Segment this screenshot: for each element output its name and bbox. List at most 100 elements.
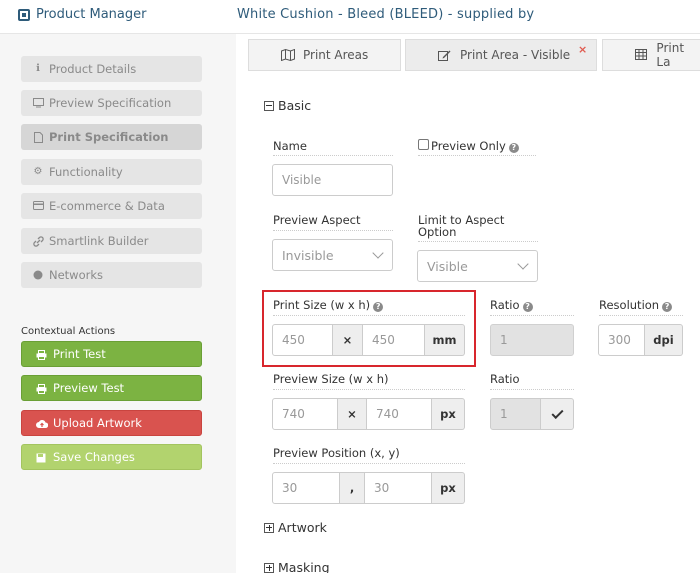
artwork-section-title: Artwork <box>278 520 327 535</box>
ratio2-group: 1 <box>490 398 574 430</box>
gears-icon: ⚙ <box>33 166 43 177</box>
preview-position-label: Preview Position (x, y) <box>273 446 400 460</box>
sidebar-item-smartlink-builder[interactable]: Smartlink Builder <box>21 228 202 254</box>
ratio-label: Ratio? <box>490 299 533 312</box>
artwork-section-toggle[interactable]: Artwork <box>264 520 327 535</box>
preview-position-group: 30 , 30 px <box>272 472 465 504</box>
resolution-group: 300 dpi <box>598 324 683 356</box>
label-underline <box>273 463 465 464</box>
label-underline <box>418 241 538 242</box>
limit-aspect-select[interactable]: Visible <box>417 250 538 282</box>
sidebar-item-label: Preview Specification <box>49 96 172 110</box>
save-changes-label: Save Changes <box>53 450 135 464</box>
resolution-input[interactable]: 300 <box>598 324 645 356</box>
resolution-text: Resolution <box>599 298 660 312</box>
sidebar-item-label: Networks <box>49 268 104 282</box>
print-test-button[interactable]: Print Test <box>21 341 202 367</box>
label-underline <box>273 230 393 231</box>
table-icon <box>635 49 648 61</box>
credit-card-icon <box>33 201 44 211</box>
print-size-highlight <box>262 290 476 367</box>
limit-aspect-label-line2: Option <box>418 225 457 239</box>
position-unit-addon: px <box>432 472 465 504</box>
sidebar-item-label: Smartlink Builder <box>49 234 149 248</box>
label-underline <box>273 155 393 156</box>
check-icon <box>550 406 564 419</box>
sidebar-item-networks[interactable]: Networks <box>21 262 202 288</box>
preview-only-label: Preview Only? <box>431 140 519 153</box>
position-x-input[interactable]: 30 <box>272 472 340 504</box>
sidebar-item-print-specification[interactable]: Print Specification <box>21 124 202 150</box>
preview-only-checkbox[interactable] <box>418 139 429 150</box>
sidebar: ℹ Product Details Preview Specification … <box>0 34 236 573</box>
help-icon[interactable]: ? <box>508 143 519 153</box>
label-underline <box>418 155 536 156</box>
close-tab-icon[interactable]: × <box>578 43 587 56</box>
sidebar-item-product-details[interactable]: ℹ Product Details <box>21 56 202 82</box>
sidebar-item-label: E-commerce & Data <box>49 199 165 213</box>
preview-size-label: Preview Size (w x h) <box>273 372 389 386</box>
position-y-input[interactable]: 30 <box>365 472 432 504</box>
globe-icon <box>33 270 43 280</box>
preview-unit-addon: px <box>432 398 465 430</box>
upload-artwork-label: Upload Artwork <box>53 416 142 430</box>
limit-aspect-label: Limit to Aspect Option <box>418 214 504 238</box>
tab-print-layers[interactable]: Print La <box>602 39 700 71</box>
product-manager-icon <box>18 8 30 21</box>
label-underline <box>490 315 574 316</box>
tab-bar: Print Areas Print Area - Visible × Print… <box>248 39 700 71</box>
sidebar-item-label: Print Specification <box>49 130 169 144</box>
preview-test-button[interactable]: Preview Test <box>21 375 202 401</box>
preview-aspect-select[interactable]: Invisible <box>272 239 393 271</box>
help-icon[interactable]: ? <box>522 302 533 312</box>
tab-print-areas[interactable]: Print Areas <box>248 39 401 71</box>
collapse-icon <box>264 100 274 111</box>
label-underline <box>490 389 574 390</box>
help-icon[interactable]: ? <box>662 302 673 312</box>
info-icon: ℹ <box>36 63 40 74</box>
comma-separator: , <box>340 472 365 504</box>
sidebar-item-label: Functionality <box>49 165 123 179</box>
times-separator: × <box>338 398 367 430</box>
sidebar-item-functionality[interactable]: ⚙ Functionality <box>21 159 202 185</box>
ratio-input: 1 <box>490 324 574 356</box>
masking-section-toggle[interactable]: Masking <box>264 560 330 573</box>
ratio-text: Ratio <box>490 298 520 312</box>
name-input[interactable]: Visible <box>272 164 393 196</box>
ratio2-label: Ratio <box>490 372 520 386</box>
label-underline <box>599 315 683 316</box>
tab-print-area-visible[interactable]: Print Area - Visible <box>405 39 597 71</box>
sidebar-item-preview-specification[interactable]: Preview Specification <box>21 90 202 116</box>
expand-icon <box>264 562 274 573</box>
sidebar-item-ecommerce-data[interactable]: E-commerce & Data <box>21 193 202 219</box>
map-icon <box>281 48 295 62</box>
preview-size-group: 740 × 740 px <box>272 398 465 430</box>
app-title[interactable]: Product Manager <box>18 7 146 22</box>
basic-section-title: Basic <box>278 98 312 113</box>
label-underline <box>273 389 465 390</box>
product-title: White Cushion - Bleed (BLEED) - supplied… <box>237 7 535 22</box>
app-title-text: Product Manager <box>36 7 147 22</box>
basic-section-toggle[interactable]: Basic <box>264 98 311 113</box>
preview-test-label: Preview Test <box>53 381 125 395</box>
save-icon <box>36 452 47 463</box>
preview-height-input[interactable]: 740 <box>367 398 432 430</box>
cloud-upload-icon <box>36 418 49 428</box>
expand-icon <box>264 522 274 533</box>
sidebar-item-label: Product Details <box>49 62 137 76</box>
print-test-label: Print Test <box>53 347 106 361</box>
tab-label: Print Area - Visible <box>460 48 571 62</box>
monitor-icon <box>33 98 44 108</box>
edit-icon <box>438 49 452 61</box>
preview-aspect-value: Invisible <box>282 247 334 263</box>
tab-label: Print La <box>656 41 685 69</box>
upload-artwork-button[interactable]: Upload Artwork <box>21 410 202 436</box>
resolution-label: Resolution? <box>599 298 673 312</box>
app-header: Product Manager White Cushion - Bleed (B… <box>0 0 700 34</box>
file-icon <box>33 132 43 143</box>
save-changes-button[interactable]: Save Changes <box>21 444 202 470</box>
lock-ratio-button[interactable] <box>541 398 574 430</box>
chevron-down-icon <box>517 258 529 270</box>
link-icon <box>33 236 44 247</box>
preview-width-input[interactable]: 740 <box>272 398 338 430</box>
